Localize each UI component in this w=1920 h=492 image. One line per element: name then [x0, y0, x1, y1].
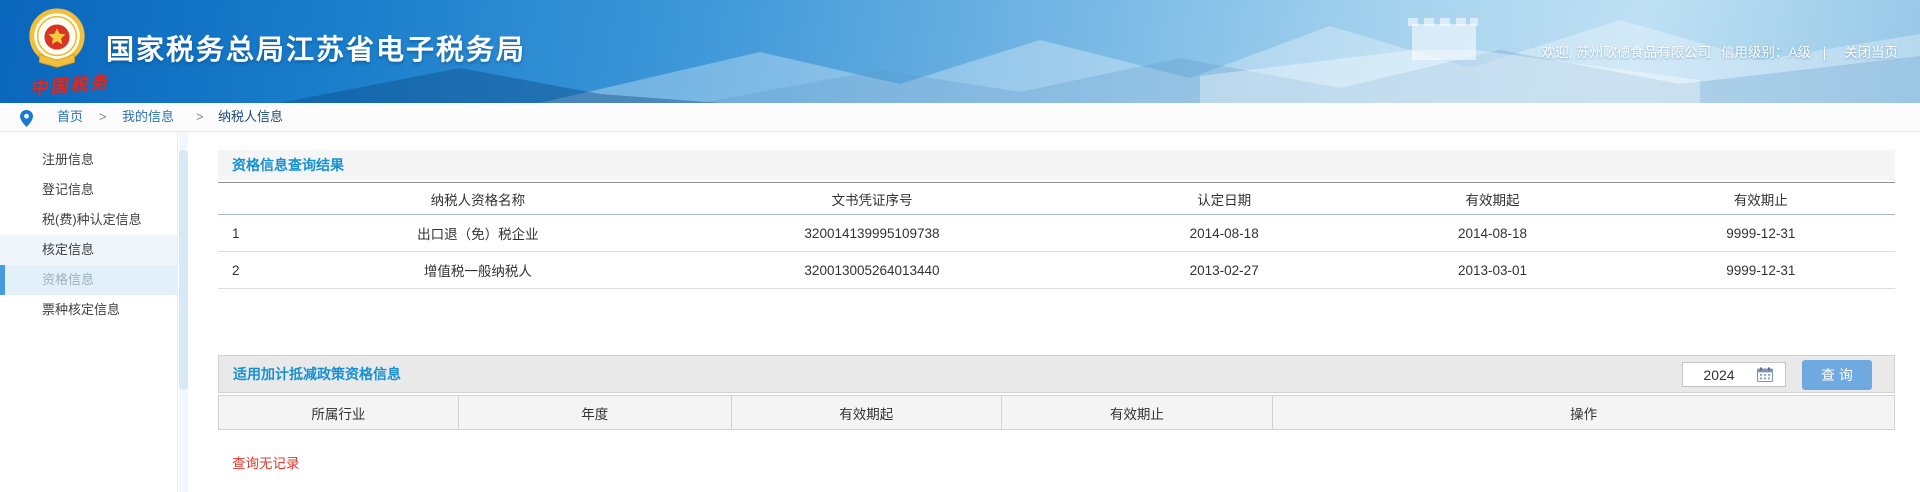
- year-field-wrap: [1682, 362, 1786, 387]
- breadcrumb-separator: >: [99, 103, 107, 131]
- breadcrumb: 首页 > 我的信息 > 纳税人信息: [0, 103, 1920, 132]
- page: 中国税务 国家税务总局江苏省电子税务局 欢迎, 苏州歌德食品有限公司 信用级别：…: [0, 0, 1920, 492]
- valid-from: 2014-08-18: [1358, 215, 1626, 252]
- sidebar-item-assessment-info[interactable]: 核定信息: [0, 235, 177, 265]
- calendar-icon[interactable]: [1757, 367, 1773, 382]
- header-banner: 中国税务 国家税务总局江苏省电子税务局 欢迎, 苏州歌德食品有限公司 信用级别：…: [0, 0, 1920, 103]
- sidebar-scrollbar[interactable]: [179, 132, 188, 492]
- section-bar-deduction-policy: 适用加计抵减政策资格信息: [218, 355, 1895, 393]
- no-records-message: 查询无记录: [232, 452, 1895, 472]
- close-page-link[interactable]: 关闭当页: [1844, 45, 1898, 60]
- header-user-bar: 欢迎, 苏州歌德食品有限公司 信用级别：A级 | 关闭当页: [1536, 41, 1898, 61]
- document-serial: 320014139995109738: [654, 215, 1090, 252]
- header-divider: |: [1823, 45, 1827, 60]
- breadcrumb-separator: >: [196, 103, 204, 131]
- table-row: 1 出口退（免）税企业 320014139995109738 2014-08-1…: [218, 215, 1895, 252]
- document-serial: 320013005264013440: [654, 252, 1090, 289]
- row-index: 2: [218, 252, 302, 289]
- col-header-valid-from: 有效期起: [1358, 183, 1626, 215]
- sidebar-scrollbar-thumb[interactable]: [179, 150, 188, 390]
- col-header-qualification-name: 纳税人资格名称: [302, 183, 654, 215]
- query-button[interactable]: 查 询: [1802, 360, 1872, 390]
- deduction-policy-table: 所属行业 年度 有效期起 有效期止 操作: [218, 395, 1895, 430]
- table-header-row: 纳税人资格名称 文书凭证序号 认定日期 有效期起 有效期止: [218, 183, 1895, 215]
- welcome-text: 欢迎, 苏州歌德食品有限公司: [1542, 45, 1712, 60]
- sidebar-item-invoice-type-info[interactable]: 票种核定信息: [0, 295, 177, 325]
- row-index: 1: [218, 215, 302, 252]
- col-header-industry: 所属行业: [219, 396, 459, 430]
- breadcrumb-home[interactable]: 首页: [57, 103, 83, 131]
- sidebar-item-registration-info[interactable]: 登记信息: [0, 175, 177, 205]
- site-title: 国家税务总局江苏省电子税务局: [106, 28, 526, 68]
- year-input[interactable]: [1683, 364, 1755, 385]
- qualification-name: 增值税一般纳税人: [302, 252, 654, 289]
- credit-level-badge: 信用级别：A级: [1721, 45, 1811, 60]
- valid-from: 2013-03-01: [1358, 252, 1626, 289]
- sidebar-menu: 注册信息 登记信息 税(费)种认定信息 核定信息 资格信息 票种核定信息: [0, 132, 178, 492]
- col-header-confirm-date: 认定日期: [1090, 183, 1358, 215]
- confirm-date: 2014-08-18: [1090, 215, 1358, 252]
- location-pin-icon: [20, 110, 33, 127]
- table-row: 2 增值税一般纳税人 320013005264013440 2013-02-27…: [218, 252, 1895, 289]
- breadcrumb-taxpayer-info: 纳税人信息: [218, 103, 283, 131]
- tax-bureau-emblem-icon: [26, 7, 88, 69]
- section-title-qualification-results: 资格信息查询结果: [218, 150, 1895, 180]
- qualification-results-table: 纳税人资格名称 文书凭证序号 认定日期 有效期起 有效期止 1 出口退（免）税企…: [218, 182, 1895, 289]
- col-header-valid-from: 有效期起: [731, 396, 1001, 430]
- qualification-name: 出口退（免）税企业: [302, 215, 654, 252]
- sidebar-item-tax-type-info[interactable]: 税(费)种认定信息: [0, 205, 177, 235]
- col-header-operation: 操作: [1273, 396, 1895, 430]
- table-header-row: 所属行业 年度 有效期起 有效期止 操作: [219, 396, 1895, 430]
- section-title-deduction-policy: 适用加计抵减政策资格信息: [219, 356, 1894, 392]
- col-header-year: 年度: [458, 396, 731, 430]
- valid-to: 9999-12-31: [1627, 252, 1895, 289]
- col-header-index: [218, 183, 302, 215]
- main-content: 资格信息查询结果 纳税人资格名称 文书凭证序号 认定日期 有效期起 有效期止 1: [218, 132, 1895, 472]
- sidebar-item-qualification-info[interactable]: 资格信息: [0, 265, 177, 295]
- breadcrumb-my-info[interactable]: 我的信息: [122, 103, 174, 131]
- sidebar-item-register-info[interactable]: 注册信息: [0, 145, 177, 175]
- confirm-date: 2013-02-27: [1090, 252, 1358, 289]
- col-header-valid-to: 有效期止: [1627, 183, 1895, 215]
- valid-to: 9999-12-31: [1627, 215, 1895, 252]
- col-header-valid-to: 有效期止: [1001, 396, 1273, 430]
- col-header-document-serial: 文书凭证序号: [654, 183, 1090, 215]
